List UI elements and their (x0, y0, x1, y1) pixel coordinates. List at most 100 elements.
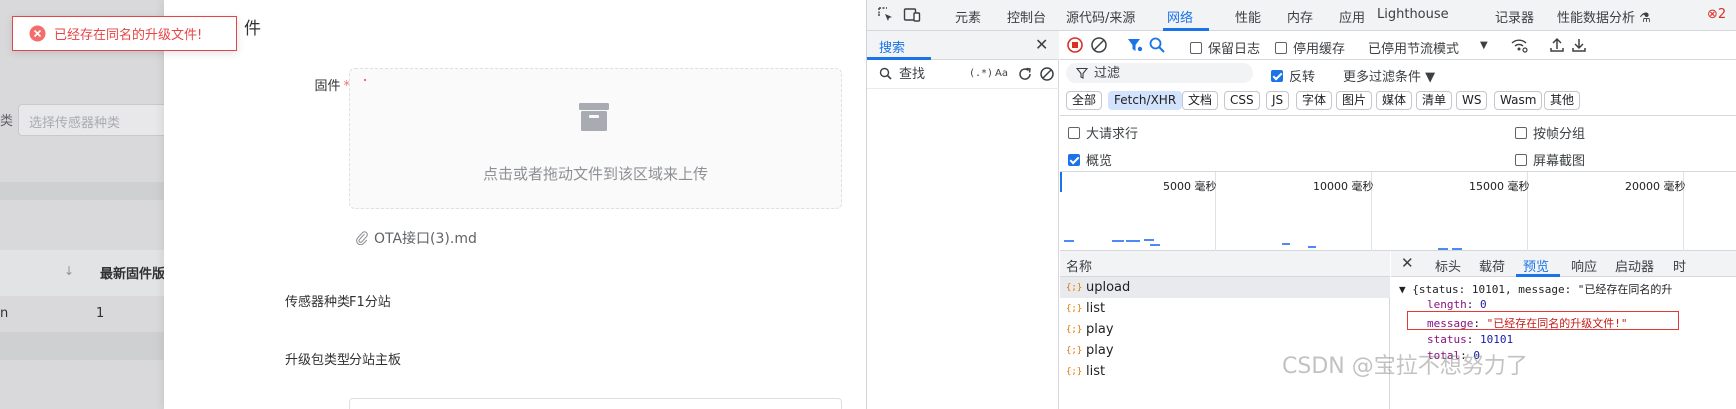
search-input[interactable] (899, 65, 965, 83)
filter-icon (1076, 67, 1088, 79)
upload-marker (364, 79, 366, 81)
type-filter-ws[interactable]: WS (1456, 91, 1488, 110)
type-filter-manifest[interactable]: 清单 (1416, 91, 1453, 110)
more-filters-dropdown[interactable]: 更多过滤条件 ▼ (1343, 66, 1435, 85)
type-filter-fetch-xhr[interactable]: Fetch/XHR (1108, 91, 1183, 110)
tab-headers[interactable]: 标头 (1435, 256, 1461, 275)
checkbox-box[interactable] (1271, 69, 1283, 82)
tab-elements[interactable]: 元素 (955, 7, 981, 26)
tab-timing[interactable]: 时 (1673, 256, 1686, 275)
invert-checkbox[interactable]: 反转 (1271, 66, 1315, 85)
checkbox-box[interactable] (1275, 41, 1287, 54)
checkbox-box[interactable] (1515, 153, 1527, 166)
type-filter-other[interactable]: 其他 (1544, 91, 1581, 110)
tab-network[interactable]: 网络 (1167, 7, 1193, 26)
overview-window-handle[interactable] (1060, 172, 1062, 192)
xhr-icon: {;} (1066, 366, 1083, 377)
filter-funnel-icon[interactable] (1126, 36, 1144, 54)
close-icon[interactable]: ✕ (1401, 254, 1414, 272)
xhr-icon: {;} (1066, 282, 1083, 293)
chevron-down-icon[interactable]: ▼ (1480, 40, 1488, 51)
network-overview-timeline[interactable]: 5000 毫秒 10000 毫秒 15000 毫秒 20000 毫秒 (1060, 172, 1736, 254)
preview-summary[interactable]: ▼ {status: 10101, message: "已经存在同名的升 (1399, 281, 1672, 297)
tab-payload[interactable]: 载荷 (1479, 256, 1505, 275)
tab-performance-insights[interactable]: 性能数据分析 ⚗ (1557, 7, 1651, 26)
checkbox-box[interactable] (1190, 41, 1202, 54)
request-row[interactable]: {;} list (1060, 298, 1390, 319)
name-column-header[interactable]: 名称 (1066, 256, 1092, 275)
filter-box[interactable] (1066, 63, 1253, 83)
type-filter-font[interactable]: 字体 (1296, 91, 1333, 110)
checkbox-box[interactable] (1068, 126, 1080, 139)
inspect-element-icon[interactable] (877, 6, 895, 24)
type-filter-all[interactable]: 全部 (1066, 91, 1103, 110)
checkbox-box[interactable] (1515, 126, 1527, 139)
device-toolbar-icon[interactable] (903, 6, 921, 24)
resource-type-filters: 全部 Fetch/XHR 文档 CSS JS 字体 图片 媒体 清单 WS Wa… (1060, 86, 1736, 116)
overview-checkbox[interactable]: 概览 (1068, 150, 1112, 169)
group-by-frame-label: 按帧分组 (1533, 127, 1586, 142)
type-filter-js[interactable]: JS (1266, 91, 1290, 110)
preview-line-status: status: 10101 (1427, 333, 1514, 346)
overview-tick: 5000 毫秒 (1163, 180, 1217, 193)
tab-sources[interactable]: 源代码/来源 (1066, 7, 1135, 26)
tab-lighthouse[interactable]: Lighthouse (1377, 7, 1449, 22)
import-har-icon[interactable] (1548, 36, 1566, 54)
type-filter-wasm[interactable]: Wasm (1494, 91, 1543, 110)
overview-label: 概览 (1086, 154, 1113, 169)
search-icon[interactable] (1148, 36, 1166, 54)
type-filter-doc[interactable]: 文档 (1182, 91, 1219, 110)
detail-tabbar: ✕ 标头 载荷 预览 响应 启动器 时 (1391, 251, 1736, 277)
filter-input[interactable] (1094, 64, 1244, 82)
xhr-icon: {;} (1066, 324, 1083, 335)
request-name: list (1086, 364, 1106, 379)
sort-arrow-icon[interactable]: ↓ (64, 264, 74, 278)
request-row[interactable]: {;} play (1060, 319, 1390, 340)
request-detail: ✕ 标头 载荷 预览 响应 启动器 时 ▼ {status: 10101, me… (1391, 251, 1736, 409)
regex-toggle[interactable]: (.*) (969, 68, 993, 79)
tab-response[interactable]: 响应 (1571, 256, 1597, 275)
uploaded-file-name[interactable]: OTA接口(3).md (374, 228, 477, 248)
close-icon[interactable]: ✕ (1035, 35, 1048, 54)
json-preview: ▼ {status: 10101, message: "已经存在同名的升 len… (1391, 277, 1736, 409)
clear-icon[interactable] (1039, 66, 1055, 82)
firmware-label-text: 固件 (314, 79, 341, 94)
toast-message: 已经存在同名的升级文件! (54, 28, 203, 43)
group-by-frame-checkbox[interactable]: 按帧分组 (1515, 123, 1585, 142)
type-filter-css[interactable]: CSS (1224, 91, 1260, 110)
tab-application[interactable]: 应用 (1339, 7, 1365, 26)
type-filter-media[interactable]: 媒体 (1376, 91, 1413, 110)
json-value: 0 (1480, 298, 1487, 311)
overview-bar (1112, 240, 1124, 242)
tab-overflow-badge[interactable]: ⊗2 (1707, 7, 1726, 22)
refresh-icon[interactable] (1017, 66, 1033, 82)
type-filter-img[interactable]: 图片 (1336, 91, 1373, 110)
next-form-field[interactable] (349, 398, 842, 409)
web-app: 类 选择传感器种类 ↓ 最新固件版 n 1 件 固件 * 点击或者拖动文件到该区域… (0, 0, 866, 409)
network-conditions-icon[interactable] (1510, 36, 1528, 54)
bg-sensor-select[interactable]: 选择传感器种类 (18, 104, 168, 136)
big-request-rows-checkbox[interactable]: 大请求行 (1068, 123, 1138, 142)
match-case-toggle[interactable]: Aa (995, 68, 1008, 79)
export-har-icon[interactable] (1570, 36, 1588, 54)
record-stop-icon[interactable] (1066, 36, 1084, 54)
upload-dropzone[interactable]: 点击或者拖动文件到该区域来上传 (349, 68, 842, 209)
search-icon (879, 67, 892, 80)
checkbox-box[interactable] (1068, 153, 1080, 166)
tab-preview[interactable]: 预览 (1523, 256, 1549, 275)
preserve-log-checkbox[interactable]: 保留日志 (1190, 38, 1260, 57)
search-tab[interactable]: 搜索 (879, 37, 905, 56)
tab-initiator[interactable]: 启动器 (1615, 256, 1654, 275)
tab-performance[interactable]: 性能 (1235, 7, 1261, 26)
clear-log-icon[interactable] (1090, 36, 1108, 54)
tab-console[interactable]: 控制台 (1007, 7, 1046, 26)
request-row[interactable]: {;} upload (1060, 277, 1390, 298)
screenshots-checkbox[interactable]: 屏幕截图 (1515, 150, 1585, 169)
overview-bar (1452, 248, 1462, 250)
overview-bar (1144, 239, 1154, 241)
throttling-select[interactable]: 已停用节流模式 (1368, 38, 1459, 57)
disable-cache-checkbox[interactable]: 停用缓存 (1275, 38, 1345, 57)
tab-recorder[interactable]: 记录器 (1495, 7, 1534, 26)
uploaded-file-item[interactable]: OTA接口(3).md (356, 228, 477, 248)
tab-memory[interactable]: 内存 (1287, 7, 1313, 26)
